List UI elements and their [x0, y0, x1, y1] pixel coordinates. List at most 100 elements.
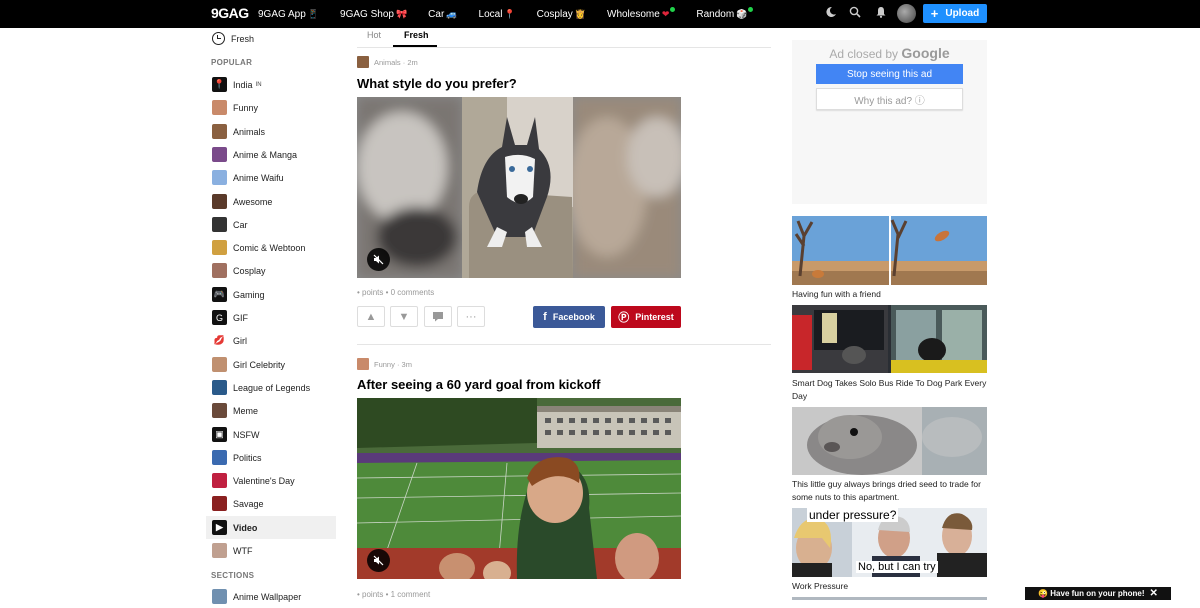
car-icon: [212, 217, 227, 232]
plus-icon: +: [930, 5, 939, 21]
tab-fresh[interactable]: Fresh: [404, 30, 429, 40]
downvote-button[interactable]: ▼: [390, 306, 418, 327]
bus-dog-image: [792, 305, 987, 373]
sidebar-item-gif[interactable]: G GIF: [212, 306, 336, 329]
suggested-post-caption[interactable]: Smart Dog Takes Solo Bus Ride To Dog Par…: [792, 377, 987, 403]
section-thumbnail[interactable]: [357, 358, 369, 370]
comment-icon: [433, 312, 443, 322]
nav-label: Random: [696, 8, 735, 20]
nav-9gag-app[interactable]: 9GAG App 📱: [258, 9, 319, 20]
suggested-post-caption[interactable]: Having fun with a friend: [792, 288, 987, 301]
suggested-post-caption[interactable]: Work Pressure: [792, 580, 987, 593]
suggested-post-image[interactable]: [792, 407, 987, 475]
suggested-post-image[interactable]: under pressure? No, but I can try: [792, 508, 987, 577]
sidebar-item-label: Animals: [233, 126, 266, 137]
suggested-post-caption[interactable]: This little guy always brings dried seed…: [792, 478, 987, 504]
post-video[interactable]: [357, 97, 681, 278]
sidebar-item-girl-celebrity[interactable]: Girl Celebrity: [212, 353, 336, 376]
sidebar-item-car[interactable]: Car: [212, 213, 336, 236]
sidebar-item-league-of-legends[interactable]: League of Legends: [212, 376, 336, 399]
sidebar-item-fresh[interactable]: Fresh: [212, 27, 336, 50]
sidebar-item-anime-waifu[interactable]: Anime Waifu: [212, 166, 336, 189]
post-section[interactable]: Funny: [374, 360, 395, 369]
mute-toggle-icon[interactable]: [367, 248, 390, 271]
sidebar-item-label: Cosplay: [233, 265, 266, 276]
upvote-button[interactable]: ▲: [357, 306, 385, 327]
meme-bottom-text: No, but I can try: [856, 561, 938, 573]
anime-manga-icon: [212, 147, 227, 162]
sidebar-item-wtf[interactable]: WTF: [212, 539, 336, 562]
sidebar-item-funny[interactable]: Funny: [212, 96, 336, 119]
mute-toggle-icon[interactable]: [367, 549, 390, 572]
more-button[interactable]: ···: [457, 306, 485, 327]
nav-car[interactable]: Car 🚙: [428, 9, 457, 20]
gif-icon: G: [212, 310, 227, 325]
mobile-promo-bar[interactable]: 😜 Have fun on your phone! ✕: [1025, 587, 1171, 600]
close-icon[interactable]: ✕: [1150, 588, 1158, 599]
nav-local[interactable]: Local 📍: [479, 9, 516, 20]
why-this-ad-button[interactable]: Why this ad? ⓘ: [816, 88, 963, 110]
sidebar-item-awesome[interactable]: Awesome: [212, 190, 336, 213]
nav-wholesome[interactable]: Wholesome ❤: [607, 6, 676, 20]
post-divider: [357, 344, 771, 345]
nav-9gag-shop[interactable]: 9GAG Shop 🎀: [340, 9, 407, 20]
9gag-logo[interactable]: 9GAG: [211, 5, 249, 21]
india-icon: 📍: [212, 77, 227, 92]
pin-icon: 📍: [504, 8, 516, 19]
gaming-icon: 🎮: [212, 287, 227, 302]
sidebar-item-label: Comic & Webtoon: [233, 242, 306, 253]
post-meta: Funny · 3m: [357, 358, 412, 370]
sidebar-item-animals[interactable]: Animals: [212, 120, 336, 143]
sidebar-item-anime-manga[interactable]: Anime & Manga: [212, 143, 336, 166]
nav-random[interactable]: Random 🎲: [696, 6, 754, 20]
sidebar-item-savage[interactable]: Savage: [212, 492, 336, 515]
dogs-field-image: [792, 216, 987, 285]
post-video[interactable]: [357, 398, 681, 579]
avatar[interactable]: [897, 4, 916, 23]
sidebar-item-label: Valentine's Day: [233, 475, 295, 486]
ad-closed-brand: Google: [901, 45, 950, 61]
comment-button[interactable]: [424, 306, 452, 327]
country-tag: IN: [255, 81, 262, 88]
sidebar-item-label: Meme: [233, 405, 259, 416]
sidebar-item-video[interactable]: ▶ Video: [206, 516, 336, 539]
bell-icon[interactable]: [873, 6, 889, 22]
suggested-post-image[interactable]: [792, 216, 987, 285]
upload-button[interactable]: + Upload: [923, 4, 987, 23]
pinterest-share-button[interactable]: Ⓟ Pinterest: [611, 306, 681, 328]
sidebar-item-cosplay[interactable]: Cosplay: [212, 259, 336, 282]
sidebar-item-comic-webtoon[interactable]: Comic & Webtoon: [212, 236, 336, 259]
new-dot-icon: [670, 6, 676, 12]
league-of-legends-icon: [212, 380, 227, 395]
sidebar-item-politics[interactable]: Politics: [212, 446, 336, 469]
section-thumbnail[interactable]: [357, 56, 369, 68]
post-section[interactable]: Animals: [374, 58, 401, 67]
sidebar-item-anime-wallpaper[interactable]: Anime Wallpaper: [212, 585, 336, 608]
post-title[interactable]: After seeing a 60 yard goal from kickoff: [357, 377, 600, 392]
sidebar-item-nsfw[interactable]: ▣ NSFW: [212, 423, 336, 446]
post-stats[interactable]: • points • 0 comments: [357, 288, 434, 297]
suggested-post-image[interactable]: [792, 305, 987, 373]
moon-icon[interactable]: [823, 6, 839, 22]
ad-slot: Ad closed by Google Stop seeing this ad …: [792, 40, 987, 204]
nav-cosplay[interactable]: Cosplay 👸: [537, 9, 586, 20]
phone-icon: 📱: [307, 8, 320, 19]
more-icon: ···: [465, 310, 477, 323]
post-title[interactable]: What style do you prefer?: [357, 76, 517, 91]
top-navigation-bar: 9GAG 9GAG App 📱 9GAG Shop 🎀 Car 🚙 Local 📍 Co…: [0, 0, 1200, 28]
sidebar-item-india[interactable]: 📍 India IN: [212, 73, 336, 96]
search-icon[interactable]: [847, 6, 863, 22]
post-meta: Animals · 2m: [357, 56, 418, 68]
post-stats[interactable]: • points • 1 comment: [357, 590, 430, 599]
sidebar-item-girl[interactable]: 💋 Girl: [212, 329, 336, 352]
stop-seeing-ad-button[interactable]: Stop seeing this ad: [816, 64, 963, 84]
anime-waifu-icon: [212, 170, 227, 185]
sidebar-item-meme[interactable]: Meme: [212, 399, 336, 422]
facebook-share-button[interactable]: f Facebook: [533, 306, 605, 328]
sidebar-item-gaming[interactable]: 🎮 Gaming: [212, 283, 336, 306]
heart-icon: ❤: [661, 8, 670, 19]
girl-icon: 💋: [212, 333, 227, 348]
arrow-down-icon: ▼: [398, 310, 410, 323]
sidebar-item-valentine-s-day[interactable]: Valentine's Day: [212, 469, 336, 492]
tab-hot[interactable]: Hot: [367, 30, 381, 40]
